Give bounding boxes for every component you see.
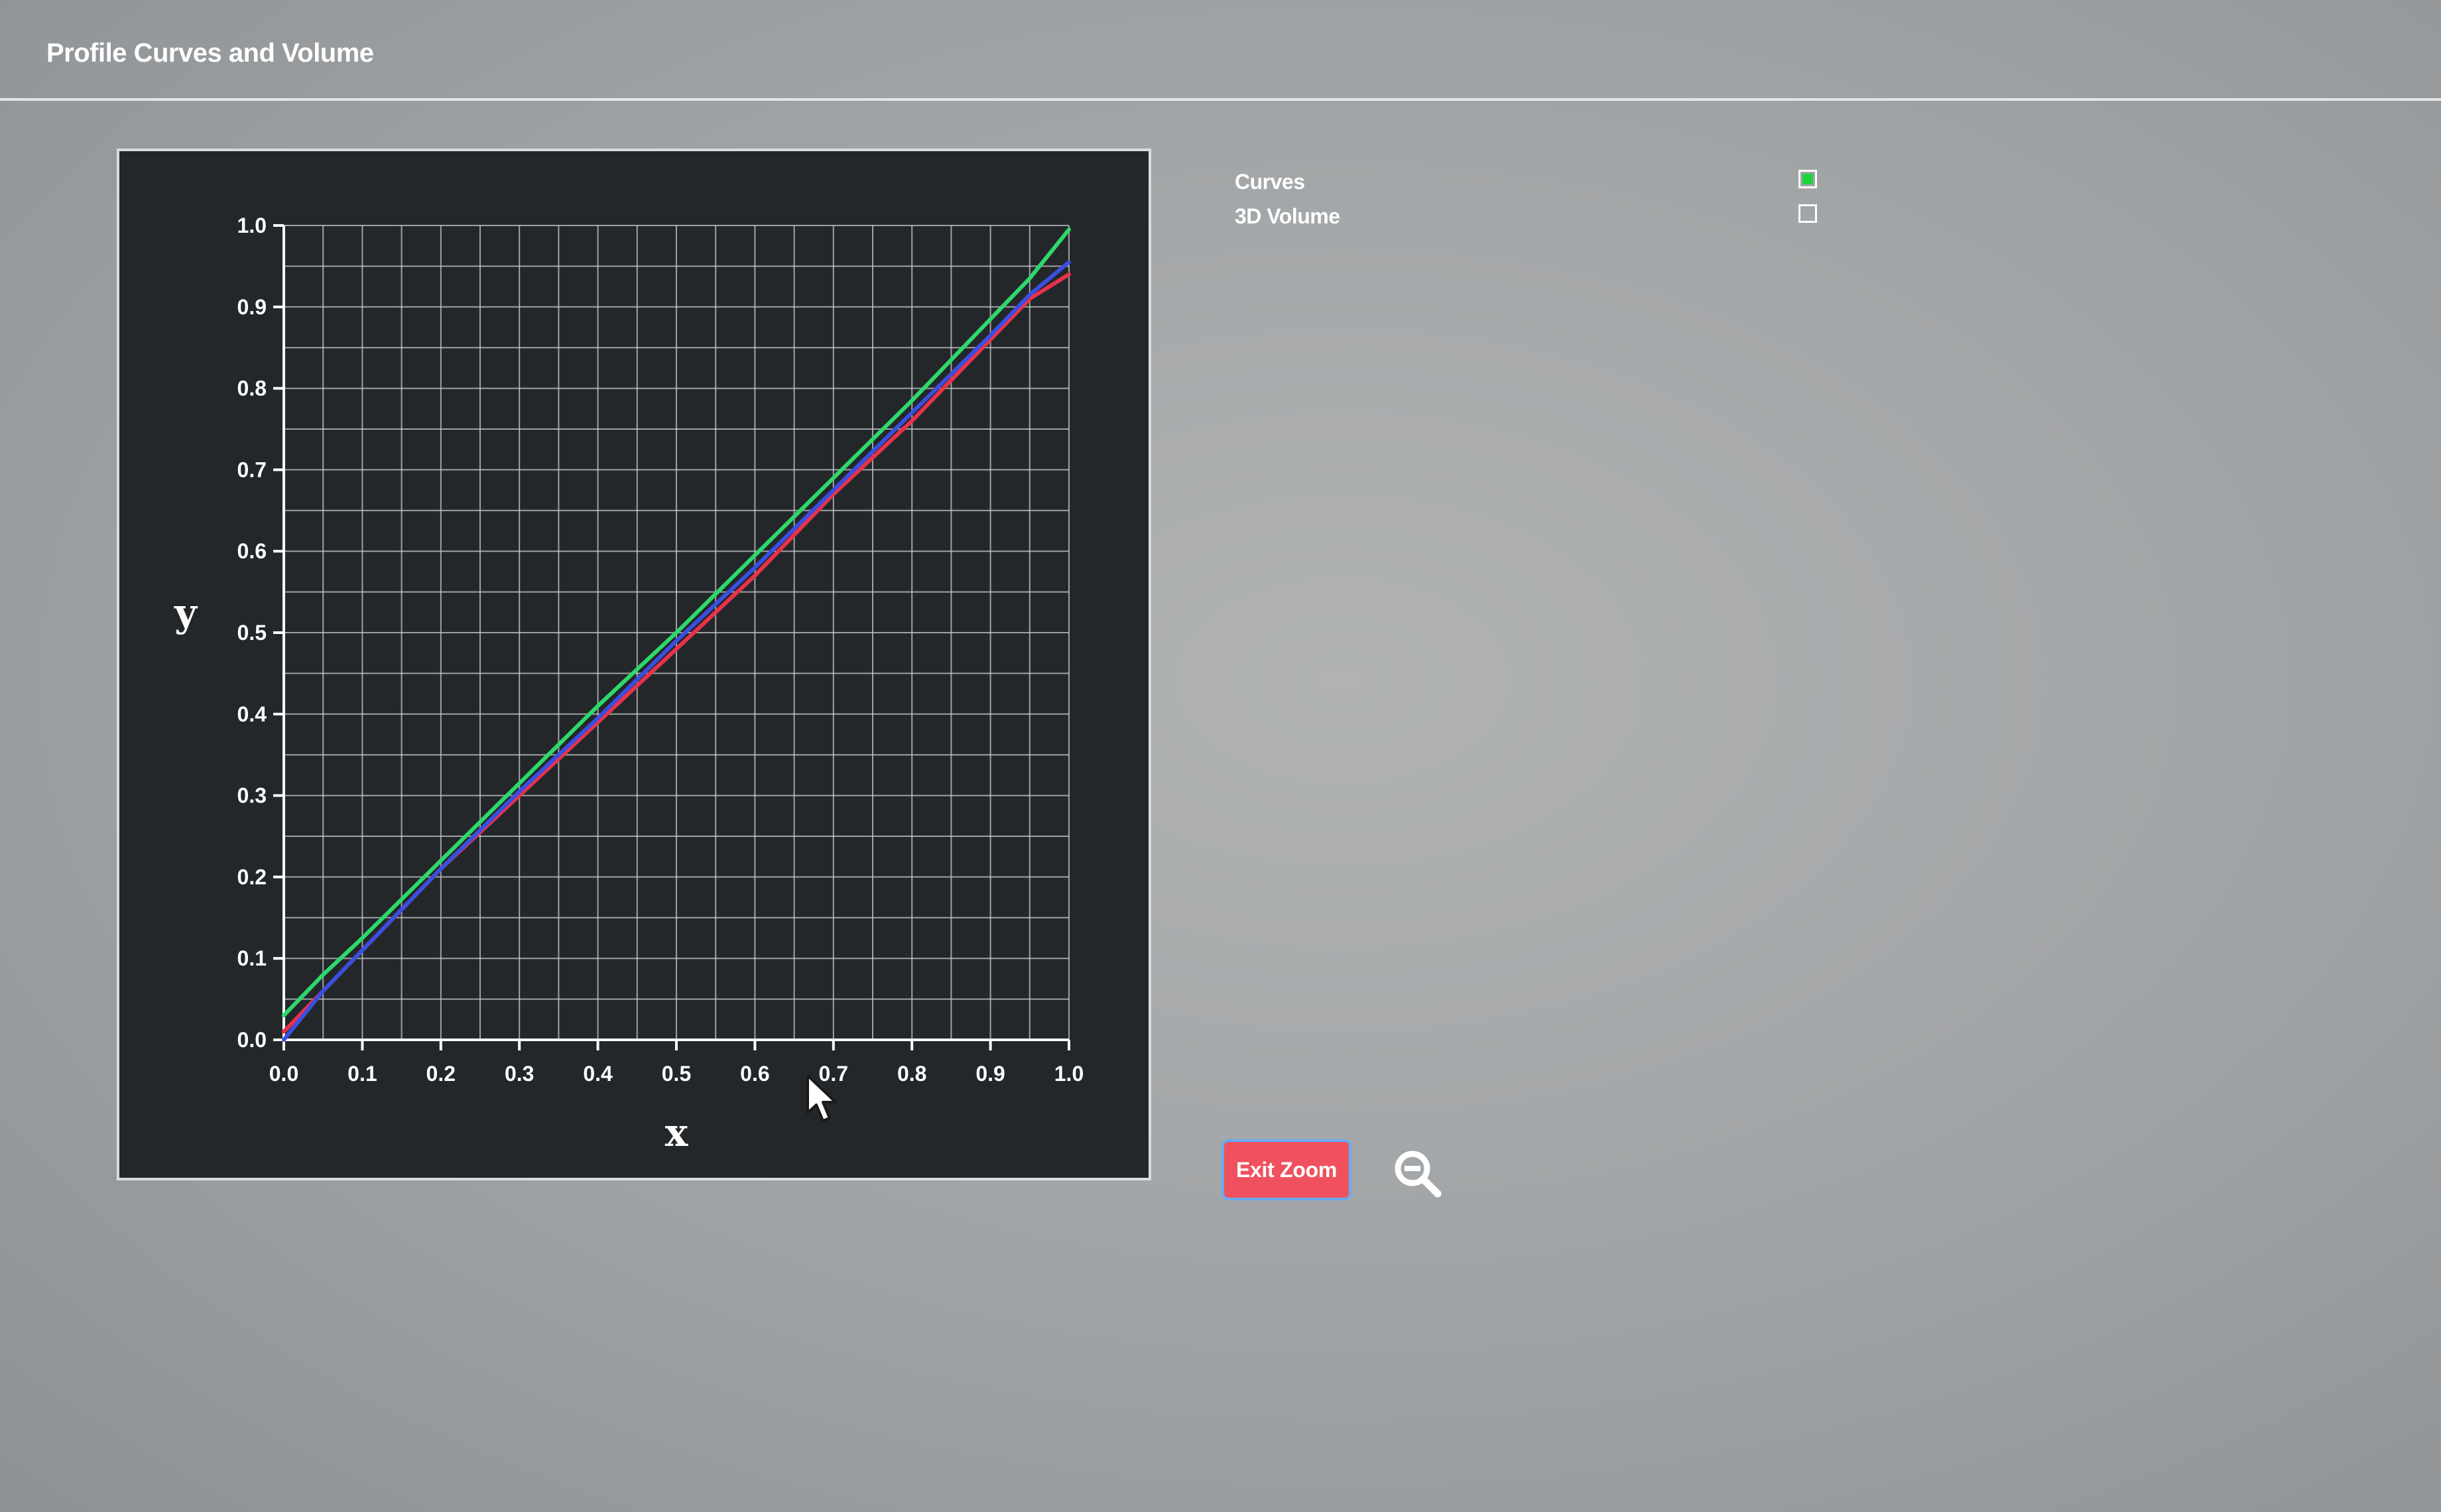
y-tick-label: 0.0 (237, 1028, 267, 1052)
title-bar: Profile Curves and Volume (0, 0, 2441, 101)
x-tick-label: 0.0 (269, 1062, 298, 1086)
x-tick-label: 0.9 (975, 1062, 1005, 1086)
y-tick-label: 0.3 (237, 784, 267, 808)
toggle-curves[interactable]: Curves (1235, 167, 1832, 200)
volume-checkbox[interactable] (1798, 204, 1817, 223)
y-tick-label: 0.5 (237, 621, 267, 645)
x-tick-label: 0.2 (426, 1062, 456, 1086)
y-tick-label: 0.9 (237, 295, 267, 319)
profile-curves-chart[interactable]: 0.0 0.1 0.2 0.3 0.4 0.5 0.6 0.7 0.8 0.9 1.0 0.0 0.1 0… (119, 151, 1149, 1178)
y-tick-label: 0.7 (237, 458, 267, 481)
x-tick-label: 0.4 (583, 1062, 613, 1086)
x-axis-label: x (665, 1110, 688, 1155)
y-tick-label: 0.1 (237, 946, 267, 970)
mouse-pointer-icon (806, 1074, 837, 1122)
y-tick-label: 0.2 (237, 865, 267, 889)
y-tick-label: 0.8 (237, 377, 267, 401)
chart-panel[interactable]: 0.0 0.1 0.2 0.3 0.4 0.5 0.6 0.7 0.8 0.9 1.0 0.0 0.1 0… (117, 149, 1151, 1180)
x-tick-label: 0.8 (897, 1062, 926, 1086)
y-tick-label: 0.4 (237, 702, 267, 726)
app-title: Profile Curves and Volume (46, 38, 374, 68)
x-tick-label: 1.0 (1054, 1062, 1084, 1086)
y-tick-label: 1.0 (237, 214, 267, 237)
y-axis-label: y (174, 590, 198, 635)
curves-checkbox[interactable] (1798, 170, 1817, 188)
toggle-curves-label: Curves (1235, 170, 1305, 194)
x-tick-label: 0.3 (505, 1062, 534, 1086)
x-tick-label: 0.1 (347, 1062, 377, 1086)
screen: Profile Curves and Volume 0.0 0.1 0.2 0.3 0.… (0, 0, 2441, 1512)
toggle-3d-volume[interactable]: 3D Volume (1235, 202, 1832, 235)
exit-zoom-button[interactable]: Exit Zoom (1221, 1139, 1351, 1200)
x-tick-label: 0.5 (662, 1062, 691, 1086)
x-tick-label: 0.6 (740, 1062, 769, 1086)
toggle-3d-volume-label: 3D Volume (1235, 204, 1340, 228)
y-tick-label: 0.6 (237, 539, 267, 563)
zoom-out-icon[interactable] (1391, 1147, 1444, 1200)
